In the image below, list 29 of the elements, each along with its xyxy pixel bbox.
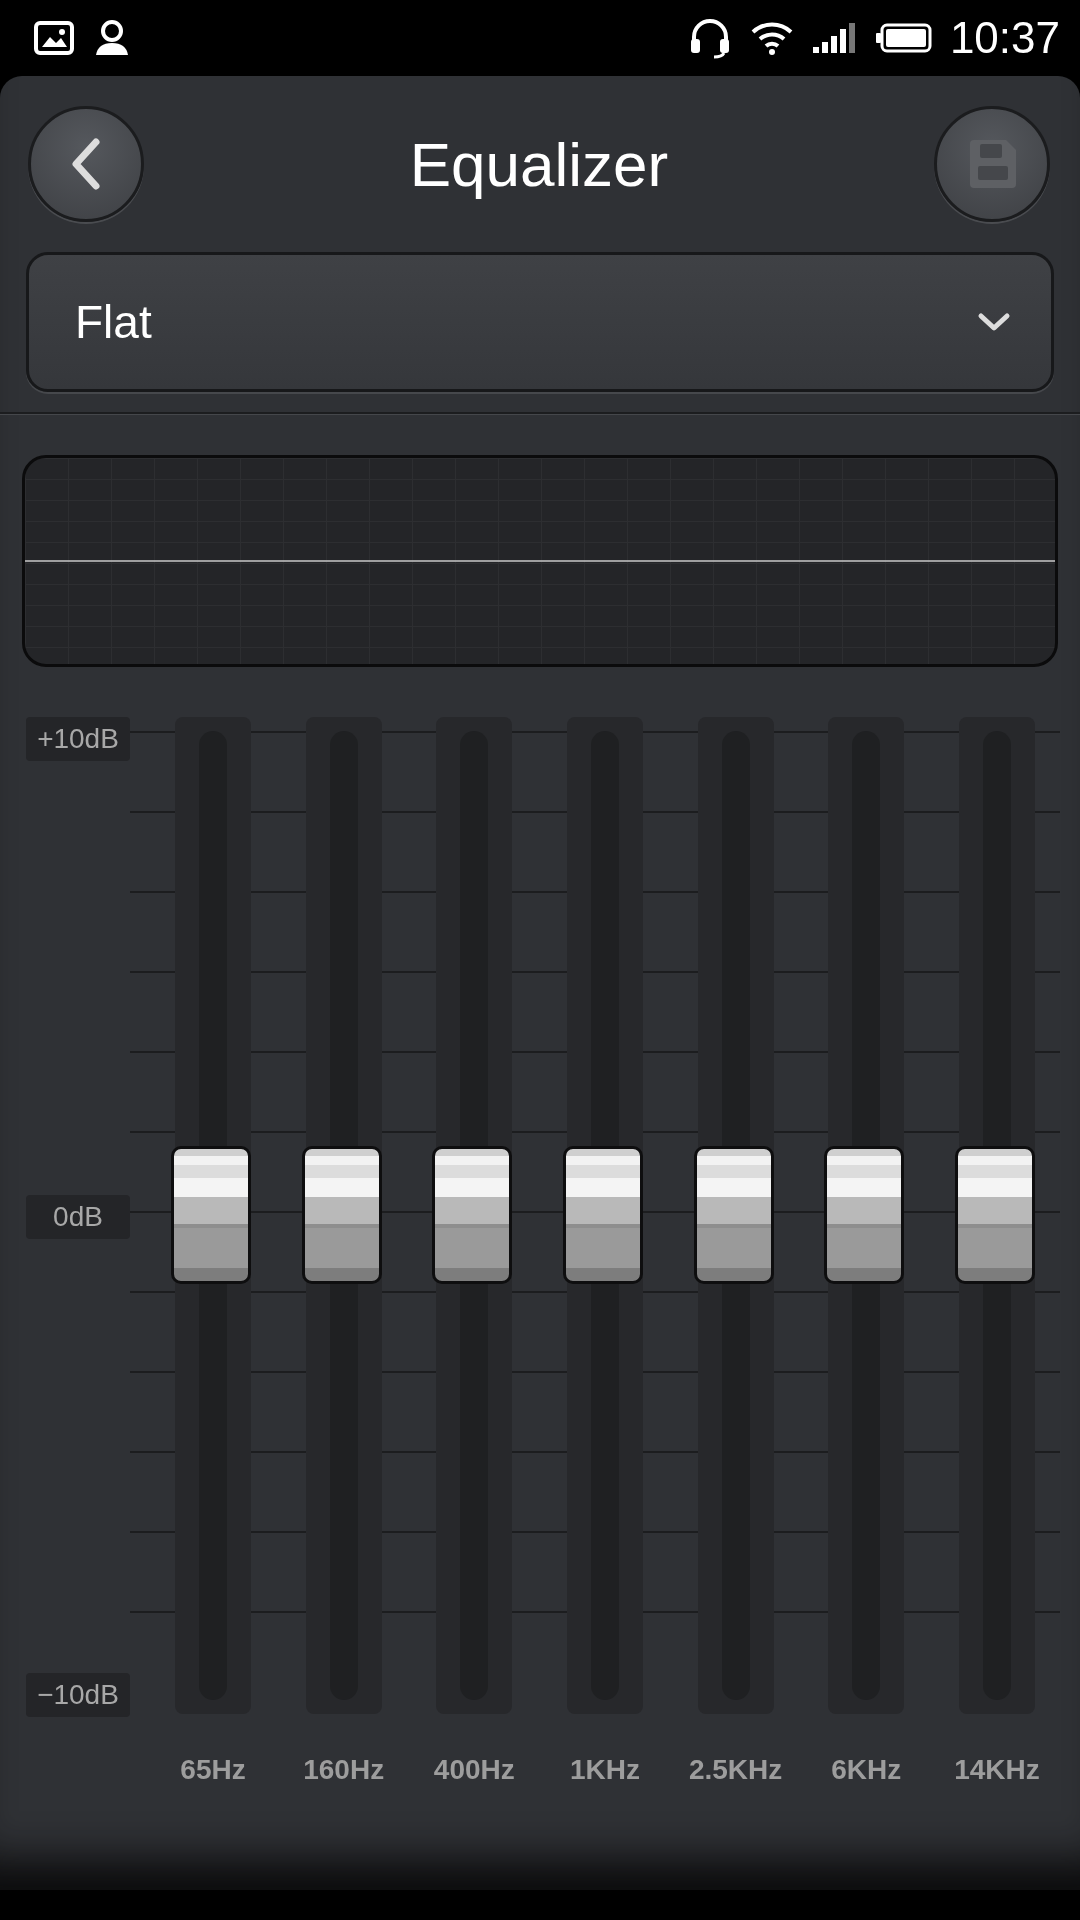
preset-dropdown[interactable]: Flat [26,252,1054,392]
slider-track[interactable] [566,717,643,1714]
slider-thumb[interactable] [562,1145,643,1284]
db-scale-label: 0dB [26,1195,130,1239]
image-icon [34,21,74,55]
slider-track[interactable] [305,717,382,1714]
db-scale-label: +10dB [26,717,130,761]
slider-thumb[interactable] [171,1145,251,1284]
wifi-icon [749,20,794,56]
frequency-label: 14KHz [954,1754,1040,1786]
signal-icon [811,21,858,55]
frequency-label: 65Hz [180,1754,246,1786]
chevron-down-icon [977,312,1011,332]
frequency-label: 400Hz [433,1754,515,1786]
battery-icon [875,23,932,53]
db-scale-label: −10dB [26,1673,130,1717]
frequency-label: 6KHz [831,1754,902,1786]
slider-thumb[interactable] [301,1145,382,1284]
screen-title: Equalizer [409,128,669,200]
slider-thumb[interactable] [432,1145,513,1284]
slider-thumb[interactable] [693,1145,774,1284]
clock-time: 10:37 [949,13,1060,63]
slider-thumb[interactable] [824,1145,905,1284]
slider-track[interactable] [958,717,1035,1714]
slider-track[interactable] [697,717,774,1714]
slider-thumb[interactable] [954,1145,1035,1284]
frequency-label: 2.5KHz [688,1754,783,1786]
frequency-label: 1KHz [569,1754,640,1786]
frequency-label: 160Hz [303,1754,385,1786]
